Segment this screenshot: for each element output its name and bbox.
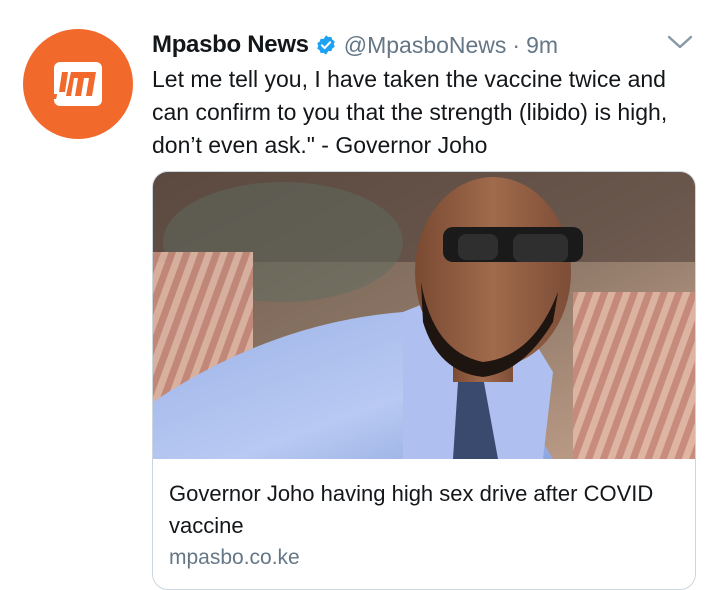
separator-dot: · [512, 31, 521, 58]
verified-badge-icon [315, 34, 337, 56]
author-name[interactable]: Mpasbo News [152, 31, 309, 59]
tweet-timestamp[interactable]: 9m [526, 32, 558, 59]
card-title[interactable]: Governor Joho having high sex drive afte… [169, 478, 681, 542]
card-domain[interactable]: mpasbo.co.ke [169, 546, 300, 570]
mpasho-logo-icon [54, 62, 102, 106]
chevron-down-icon[interactable] [666, 32, 694, 52]
card-image[interactable] [153, 172, 695, 459]
tweet-text: Let me tell you, I have taken the vaccin… [152, 66, 668, 158]
avatar[interactable] [23, 29, 133, 139]
author-handle[interactable]: @MpasboNews [344, 32, 507, 59]
tweet-header: Mpasbo News @MpasboNews · 9m [152, 28, 680, 62]
tweet[interactable]: Mpasbo News @MpasboNews · 9m Let me tell… [0, 0, 720, 590]
link-card[interactable]: Governor Joho having high sex drive afte… [152, 171, 696, 590]
